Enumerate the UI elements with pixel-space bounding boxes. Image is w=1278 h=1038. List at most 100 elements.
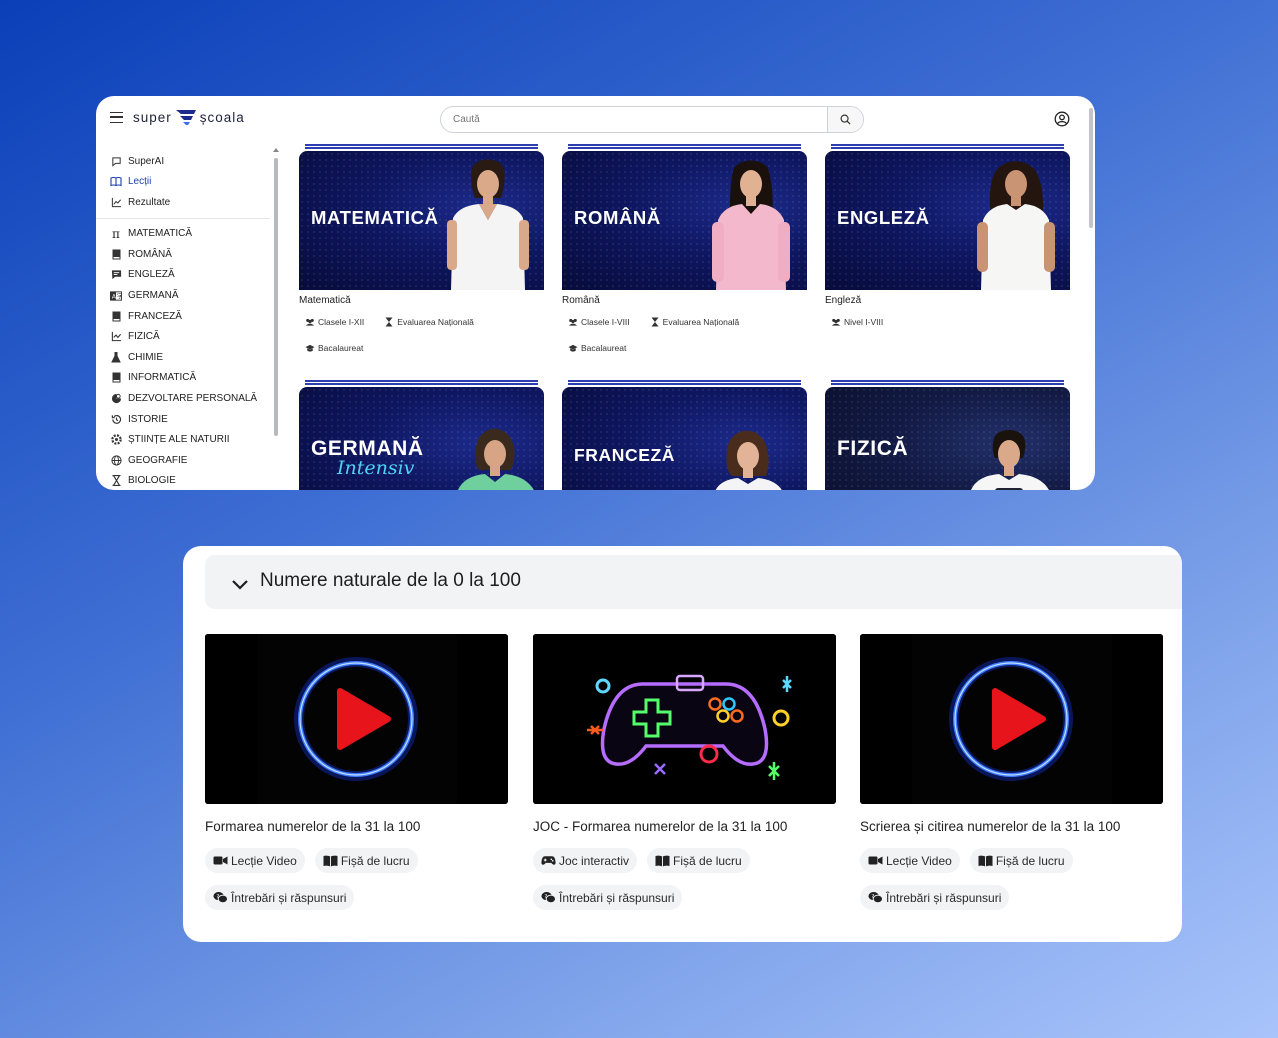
search-icon <box>840 114 851 125</box>
play-icon <box>860 634 1163 804</box>
tag-label: Bacalaureat <box>318 343 364 353</box>
sidebar-item-superai[interactable]: SuperAI <box>96 151 270 172</box>
tag-qa[interactable]: ? Întrebări și răspunsuri <box>205 885 355 910</box>
tag-worksheet[interactable]: Fișă de lucru <box>647 848 750 873</box>
thumbnail-image: GERMANĂ Intensiv <box>299 387 544 490</box>
logo-right: școala <box>199 109 245 125</box>
subject-name[interactable]: Română <box>562 295 600 306</box>
sidebar-item-dezvoltare-personala[interactable]: DEZVOLTARE PERSONALĂ <box>96 388 272 409</box>
sidebar-item-matematica[interactable]: π MATEMATICĂ <box>96 224 272 245</box>
svg-text:?: ? <box>216 894 219 900</box>
sidebar-item-informatica[interactable]: INFORMATICĂ <box>96 368 272 389</box>
teacher-photo <box>715 430 782 490</box>
top-bar: super școala <box>96 96 1095 142</box>
sidebar-item-biologie[interactable]: BIOLOGIE <box>96 471 272 490</box>
sidebar-item-label: MATEMATICĂ <box>128 228 193 240</box>
globe-icon <box>110 454 122 466</box>
section-accordion-header[interactable]: Numere naturale de la 0 la 100 <box>205 555 1182 609</box>
scrollbar-thumb[interactable] <box>274 158 278 436</box>
search-input[interactable] <box>441 107 827 132</box>
chat-icon <box>110 155 122 167</box>
book-open-icon <box>323 854 338 867</box>
lesson-title[interactable]: JOC - Formarea numerelor de la 31 la 100 <box>533 819 787 834</box>
sidebar-item-franceza[interactable]: FRANCEZĂ <box>96 306 272 327</box>
menu-icon[interactable] <box>110 112 123 123</box>
tag-qa[interactable]: ? Întrebări și răspunsuri <box>860 885 1010 910</box>
tag-worksheet[interactable]: Fișă de lucru <box>969 848 1073 873</box>
sidebar-item-istorie[interactable]: ISTORIE <box>96 409 272 430</box>
hourglass-icon <box>384 317 394 327</box>
subject-title: FIZICĂ <box>837 437 909 460</box>
tag-label: Întrebări și răspunsuri <box>559 890 675 905</box>
sidebar-main-nav: SuperAI Lecții Rezultate <box>96 148 270 219</box>
search-button[interactable] <box>827 107 863 132</box>
sidebar-item-label: CHIMIE <box>128 351 163 363</box>
tag-bacalaureat[interactable]: Bacalaureat <box>562 337 632 359</box>
subject-list: π MATEMATICĂ ROMÂNĂ ENGLEZĂ A字 GERMANĂ FRA… <box>96 219 272 491</box>
comments-icon: ? <box>541 891 556 904</box>
lesson-tag-list: Lecție Video Fișă de lucru ? Întrebări și… <box>860 848 1163 910</box>
tag-evaluarea-nationala[interactable]: Evaluarea Națională <box>378 311 480 333</box>
lesson-title[interactable]: Scrierea și citirea numerelor de la 31 l… <box>860 819 1120 834</box>
sidebar-item-label: GERMANĂ <box>128 290 179 302</box>
logo-left: super <box>133 109 172 125</box>
sidebar-item-label: SuperAI <box>128 155 165 167</box>
chevron-down-icon[interactable] <box>231 575 249 593</box>
thumbnail-image: ROMÂNĂ <box>562 151 807 290</box>
tag-bacalaureat[interactable]: Bacalaureat <box>299 337 369 359</box>
tag-label: Fișă de lucru <box>340 853 410 868</box>
sidebar-item-rezultate[interactable]: Rezultate <box>96 192 270 213</box>
account-icon[interactable] <box>1054 111 1070 127</box>
subject-thumbnail[interactable]: FIZICĂ <box>825 380 1070 490</box>
sidebar-item-label: FRANCEZĂ <box>128 310 182 322</box>
sidebar: SuperAI Lecții Rezultate π MATEMATICĂ ROM… <box>96 148 272 490</box>
stripe <box>568 147 801 149</box>
sidebar-item-geografie[interactable]: GEOGRAFIE <box>96 450 272 471</box>
subject-name[interactable]: Engleză <box>825 295 861 306</box>
book-open-icon <box>978 854 993 867</box>
tag-video-lesson[interactable]: Lecție Video <box>860 848 960 873</box>
subject-title: ENGLEZĂ <box>837 207 930 228</box>
sidebar-item-stiinte-ale-naturii[interactable]: ȘTIINȚE ALE NATURII <box>96 429 272 450</box>
lesson-thumbnail[interactable] <box>533 634 836 804</box>
lesson-title[interactable]: Formarea numerelor de la 31 la 100 <box>205 819 420 834</box>
tag-classes[interactable]: Clasele I-XII <box>299 311 370 333</box>
tag-level[interactable]: Nivel I-VIII <box>825 311 889 333</box>
subject-name[interactable]: Matematică <box>299 295 351 306</box>
users-icon <box>831 317 841 327</box>
subject-thumbnail[interactable]: FRANCEZĂ <box>562 380 807 490</box>
subject-thumbnail[interactable]: GERMANĂ Intensiv <box>299 380 544 490</box>
hourglass-icon <box>650 317 660 327</box>
subject-title: FRANCEZĂ <box>574 445 676 465</box>
tag-qa[interactable]: ? Întrebări și răspunsuri <box>533 885 683 910</box>
sidebar-item-lectii[interactable]: Lecții <box>96 172 270 193</box>
sidebar-scrollbar[interactable] <box>273 148 279 490</box>
lesson-thumbnail[interactable] <box>860 634 1163 804</box>
subject-thumbnail[interactable]: ENGLEZĂ <box>825 144 1070 290</box>
logo[interactable]: super școala <box>133 108 245 126</box>
scroll-up-icon[interactable] <box>273 148 279 152</box>
tag-classes[interactable]: Clasele I-VIII <box>562 311 636 333</box>
tag-interactive-game[interactable]: Joc interactiv <box>533 848 638 873</box>
sidebar-item-fizica[interactable]: FIZICĂ <box>96 326 272 347</box>
subject-thumbnail[interactable]: MATEMATICĂ <box>299 144 544 290</box>
stripe <box>568 383 801 385</box>
tag-label: Evaluarea Națională <box>397 317 474 327</box>
stripe <box>568 144 801 146</box>
tag-label: Lecție Video <box>886 853 952 868</box>
comments-icon: ? <box>213 891 228 904</box>
lesson-thumbnail[interactable] <box>205 634 508 804</box>
tag-evaluarea-nationala[interactable]: Evaluarea Națională <box>644 311 746 333</box>
svg-text:?: ? <box>544 894 547 900</box>
main-scrollbar[interactable] <box>1089 108 1093 228</box>
sidebar-item-chimie[interactable]: CHIMIE <box>96 347 272 368</box>
teacher-photo <box>447 159 529 290</box>
teacher-photo <box>457 428 534 490</box>
tag-video-lesson[interactable]: Lecție Video <box>205 848 305 873</box>
tag-worksheet[interactable]: Fișă de lucru <box>314 848 418 873</box>
subject-thumbnail[interactable]: ROMÂNĂ <box>562 144 807 290</box>
chart-icon <box>110 196 122 208</box>
sidebar-item-engleza[interactable]: ENGLEZĂ <box>96 265 272 286</box>
sidebar-item-germana[interactable]: A字 GERMANĂ <box>96 285 272 306</box>
sidebar-item-romana[interactable]: ROMÂNĂ <box>96 244 272 265</box>
